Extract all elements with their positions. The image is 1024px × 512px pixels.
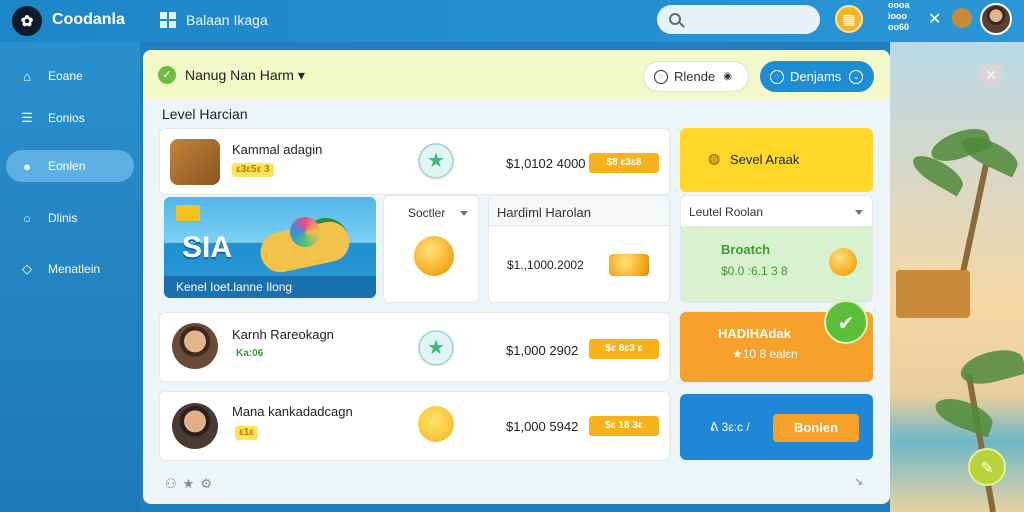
- user-icon: ●: [23, 158, 31, 174]
- avatar[interactable]: [980, 3, 1012, 35]
- price-chip[interactable]: $ɛ 8ɛ3 ɛ: [589, 339, 659, 359]
- top-bar: ✿ Coodanla Balaan Ikaga ▦ oooa iooo oo60…: [0, 0, 1024, 42]
- search-icon: [669, 13, 681, 25]
- gift-icon[interactable]: ▦: [835, 5, 863, 33]
- sidebar: ⌂ Eoane ☰ Eonios ● Eonlen ○ Dlinis ◇ Menatlei…: [0, 42, 140, 512]
- claim-button[interactable]: Bonlen: [773, 414, 859, 442]
- check-icon: ✓: [158, 66, 176, 84]
- harcian-card[interactable]: Hardiml Harolan $1.,1000.2002: [488, 195, 670, 303]
- chevron-down-icon: [460, 211, 468, 216]
- sidebar-item-home[interactable]: ⌂ Eoane: [6, 60, 134, 92]
- filter-button[interactable]: ◌ Rlende ◉: [643, 61, 749, 92]
- gift-boxes: [896, 270, 970, 318]
- star-icon: ★: [418, 143, 454, 179]
- top-stats: oooa iooo oo60: [888, 0, 910, 32]
- price-chip[interactable]: $ɛ 18 3ɛ: [589, 416, 659, 436]
- star-icon[interactable]: ★: [183, 476, 201, 491]
- list-icon: ☰: [21, 110, 33, 125]
- resize-icon[interactable]: ↘: [854, 475, 863, 488]
- coin-icon: ◍: [708, 150, 721, 166]
- crate-icon: [170, 139, 220, 185]
- promo-banner[interactable]: SIA Kenel Ioet.lanne Ilong: [164, 197, 376, 298]
- main-panel: ✓ Nanug Nan Harm ▾ ◌ Rlende ◉ ◌ Denjams ⌄ Le…: [143, 50, 890, 504]
- avatar: [172, 403, 218, 449]
- sort-card[interactable]: Soctler: [383, 195, 479, 303]
- home-icon: ⌂: [23, 68, 31, 84]
- status-badge: ε1ε: [235, 426, 259, 440]
- claim-card[interactable]: ᕕ 3ɛ:c / Bonlen: [680, 394, 873, 460]
- gold-bars-icon: [609, 254, 649, 276]
- badge-icon[interactable]: [952, 8, 972, 28]
- list-item[interactable]: Karnh Rareokagn Ka:06 ★ $1,000 2902 $ɛ 8…: [159, 312, 670, 382]
- coin-icon: [829, 248, 857, 276]
- refresh-icon: ◌: [770, 69, 784, 84]
- chevron-down-icon: [855, 210, 863, 215]
- check-icon: ✔: [824, 300, 868, 344]
- status-badge: Ka:06: [236, 348, 264, 359]
- price-chip[interactable]: $8 ɛ3ɛ8: [589, 153, 659, 173]
- close-icon[interactable]: ✕: [928, 9, 941, 29]
- sidebar-item-search[interactable]: ○ Dlinis: [6, 202, 134, 234]
- settings-icon[interactable]: ⚙: [200, 476, 218, 491]
- list-item[interactable]: Kammal adagin ε3ε5ε 3 ★ $1,0102 4000 $8 …: [159, 128, 670, 195]
- chick-icon: [418, 406, 454, 442]
- grid-icon[interactable]: [160, 12, 176, 28]
- avatar: [172, 323, 218, 369]
- refresh-icon: ◌: [654, 69, 668, 84]
- status-badge: ε3ε5ε 3: [232, 163, 274, 177]
- eye-icon: ◉: [723, 71, 732, 82]
- diamond-icon: ◇: [22, 261, 32, 276]
- sidebar-item-list[interactable]: ☰ Eonios: [6, 102, 134, 134]
- search-icon: ○: [23, 210, 31, 226]
- panel-title-dropdown[interactable]: Nanug Nan Harm ▾: [185, 67, 305, 84]
- bonus-card[interactable]: HADIHAdak ★10 8 ealɛn ✔: [680, 300, 873, 382]
- brand-name: Coodanla: [52, 11, 125, 28]
- action-button[interactable]: ◌ Denjams ⌄: [760, 61, 874, 92]
- background-scenery: [890, 42, 1024, 512]
- wrench-icon[interactable]: ✎: [968, 448, 1006, 486]
- user-icon[interactable]: ⚇: [165, 476, 183, 491]
- close-icon[interactable]: ✕: [978, 62, 1004, 88]
- level-card[interactable]: Sevel Araak ◍: [680, 128, 873, 192]
- app-logo-icon[interactable]: ✿: [12, 6, 42, 36]
- section-title: Level Harcian: [162, 106, 248, 122]
- sidebar-item-user[interactable]: ● Eonlen: [6, 150, 134, 182]
- flag-icon: [176, 205, 200, 221]
- star-icon: ★: [418, 330, 454, 366]
- coin-icon: [414, 236, 454, 276]
- chevron-down-icon: ⌄: [849, 69, 864, 84]
- list-item[interactable]: Mana kankadadcagn ε1ε $1,000 5942 $ɛ 18 …: [159, 391, 670, 461]
- search-input[interactable]: [657, 5, 820, 34]
- breadcrumb[interactable]: Balaan Ikaga: [186, 12, 268, 28]
- panel-header: ✓ Nanug Nan Harm ▾ ◌ Rlende ◉ ◌ Denjams ⌄: [143, 50, 890, 100]
- bottom-toolbar: ⚇★⚙: [165, 476, 218, 492]
- reward-card[interactable]: Leutel Roolan Broatch $0.0 :6.1 3 8: [680, 195, 873, 303]
- sidebar-item-diamond[interactable]: ◇ Menatlein: [6, 253, 134, 285]
